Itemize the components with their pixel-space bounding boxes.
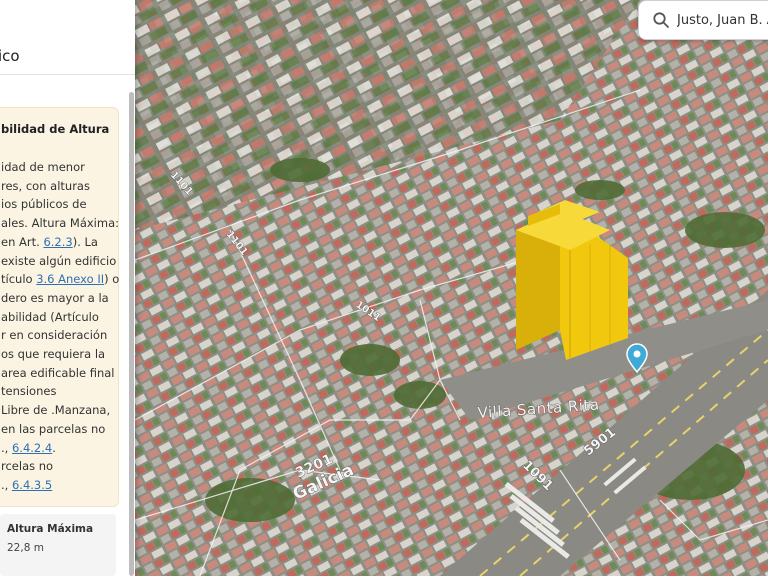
info-text-line: r en consideración [1, 326, 121, 345]
panel-header: ico [0, 0, 135, 75]
panel-title: ico [0, 47, 20, 65]
info-text-fragment: Libre de .Manzana, [1, 403, 111, 418]
info-text-fragment: . [52, 440, 56, 455]
info-text-fragment: en Art. [1, 234, 44, 249]
info-text-fragment: abilidad (Artículo [1, 309, 99, 324]
info-panel: ico bilidad de Altura idad de menor res, … [0, 0, 135, 576]
info-text-fragment: dero es mayor a la [1, 290, 109, 305]
info-text-fragment: ., [1, 440, 12, 455]
info-text-fragment: ) o [104, 272, 120, 287]
info-text-line: rcelas no [1, 457, 121, 476]
info-text-line: tensiones [1, 382, 121, 401]
info-text-fragment: res, con alturas [1, 178, 90, 193]
info-text-line: en las parcelas no [1, 420, 121, 439]
info-text-line: en Art. 6.2.3). La [1, 233, 121, 252]
max-height-value: 22,8 m [7, 542, 44, 554]
max-height-label: Altura Máxima [7, 523, 94, 535]
info-text-fragment: tículo [1, 272, 37, 287]
info-text-line: dero es mayor a la [1, 289, 121, 308]
info-text-fragment: os que requiera la [1, 347, 106, 362]
article-link[interactable]: 6.2.3 [43, 235, 72, 249]
search-input[interactable] [677, 10, 768, 30]
info-text-fragment: ). La [72, 234, 98, 249]
max-height-card: Altura Máxima 22,8 m [0, 514, 116, 576]
article-link[interactable]: 6.4.2.4 [12, 441, 52, 455]
search-box[interactable] [638, 0, 768, 40]
info-text-line: ales. Altura Máxima: [1, 214, 121, 233]
search-icon[interactable] [652, 11, 670, 29]
info-text-line: os que requiera la [1, 345, 121, 364]
article-link[interactable]: 3.6 Anexo II [36, 272, 104, 286]
info-text-line: Libre de .Manzana, [1, 401, 121, 420]
info-text-line: tículo 3.6 Anexo II) o [1, 270, 121, 289]
info-text-line: ., 6.4.3.5 [1, 476, 121, 495]
info-text-line: ios públicos de [1, 195, 121, 214]
info-text-line: abilidad (Artículo [1, 308, 121, 327]
info-text-fragment: ios públicos de [1, 197, 87, 212]
info-text-fragment: area edificable final [1, 365, 115, 380]
info-text-line: res, con alturas [1, 177, 121, 196]
info-card-heading: bilidad de Altura [1, 122, 110, 136]
info-text-line: area edificable final [1, 364, 121, 383]
info-text-fragment: tensiones [1, 384, 57, 399]
info-text-line: existe algún edificio [1, 252, 121, 271]
info-text-fragment: idad de menor [1, 160, 85, 174]
info-text-fragment: ., [1, 477, 12, 492]
info-text-fragment: existe algún edificio [1, 253, 117, 268]
info-text-line: idad de menor [1, 158, 121, 177]
panel-scrollbar[interactable] [129, 92, 134, 576]
info-card-text: idad de menor res, con alturas ios público… [1, 158, 121, 495]
info-text-fragment: r en consideración [1, 328, 108, 343]
info-text-fragment: ales. Altura Máxima: [1, 216, 120, 231]
info-text-fragment: rcelas no [1, 459, 54, 474]
building-info-card: bilidad de Altura idad de menor res, con … [0, 107, 119, 507]
info-text-fragment: en las parcelas no [1, 421, 106, 436]
info-text-line: ., 6.4.2.4. [1, 439, 121, 458]
article-link[interactable]: 6.4.3.5 [12, 478, 52, 492]
